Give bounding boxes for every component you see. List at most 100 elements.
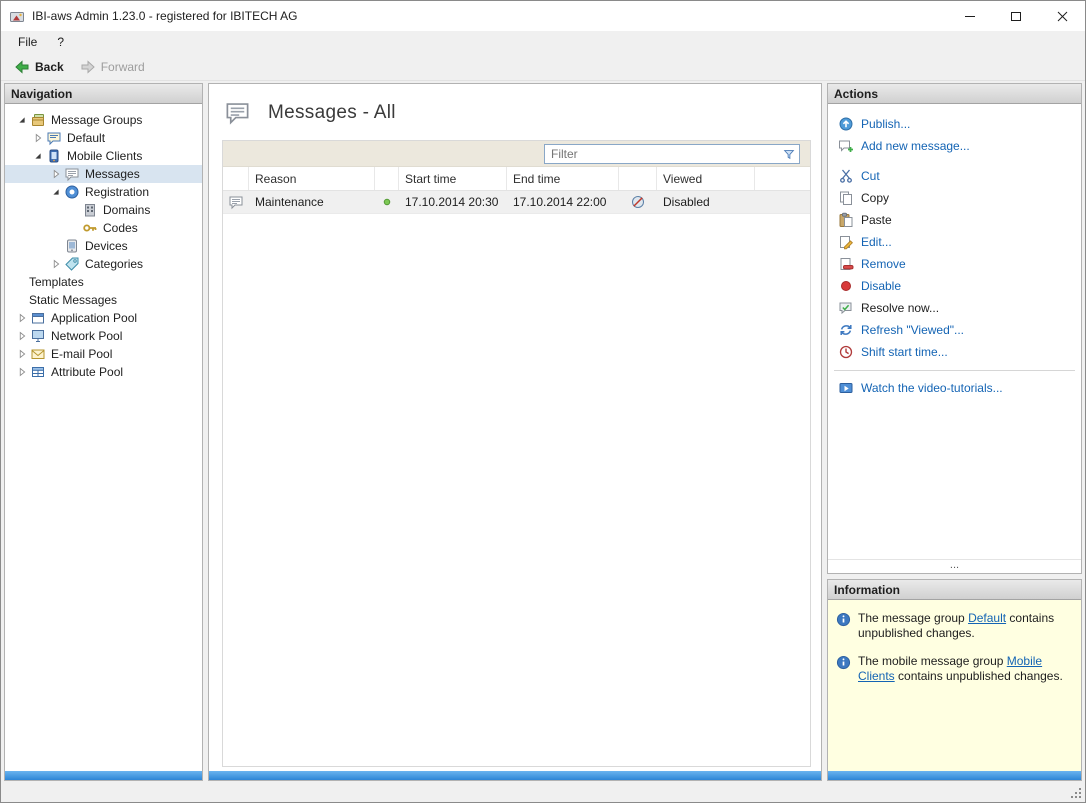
action-remove[interactable]: Remove (828, 253, 1081, 275)
tree-item-messages[interactable]: Messages (5, 165, 202, 183)
application-pool-icon (30, 310, 46, 326)
cell-start-time: 17.10.2014 20:30 (399, 191, 507, 213)
panel-bottom-accent (5, 771, 202, 780)
chevron-right-icon[interactable] (15, 311, 29, 325)
tree-item-static-messages[interactable]: Static Messages (5, 291, 202, 309)
actions-panel: Actions Publish... Add new message... Cu… (827, 83, 1082, 574)
minimize-button[interactable] (947, 1, 993, 31)
edit-icon (838, 234, 854, 250)
chevron-down-icon[interactable] (31, 149, 45, 163)
chevron-right-icon[interactable] (15, 347, 29, 361)
navigation-panel: Navigation Message Groups Default Mobile… (4, 83, 203, 781)
chevron-down-icon[interactable] (49, 185, 63, 199)
menu-help[interactable]: ? (48, 33, 73, 51)
chevron-right-icon[interactable] (49, 167, 63, 181)
chevron-spacer (15, 293, 29, 307)
actions-overflow-indicator[interactable]: ... (828, 559, 1081, 573)
action-label: Shift start time... (861, 345, 948, 359)
action-label: Paste (861, 213, 892, 227)
filter-box (544, 144, 800, 164)
action-paste[interactable]: Paste (828, 209, 1081, 231)
column-header-viewed-icon[interactable] (619, 167, 657, 190)
domains-icon (82, 202, 98, 218)
tree-item-message-groups[interactable]: Message Groups (5, 111, 202, 129)
chevron-right-icon[interactable] (15, 329, 29, 343)
page-title: Messages - All (268, 102, 396, 124)
filter-band (223, 141, 810, 167)
messages-table: Reason Start time End time Viewed Mainte… (222, 140, 811, 767)
action-label: Publish... (861, 117, 910, 131)
tree-item-domains[interactable]: Domains (5, 201, 202, 219)
action-add-new-message[interactable]: Add new message... (828, 135, 1081, 157)
disable-icon (838, 278, 854, 294)
tree-item-devices[interactable]: Devices (5, 237, 202, 255)
menu-file[interactable]: File (9, 33, 46, 51)
info-icon (836, 655, 851, 670)
app-window: IBI-aws Admin 1.23.0 - registered for IB… (0, 0, 1086, 803)
action-disable[interactable]: Disable (828, 275, 1081, 297)
tree-item-categories[interactable]: Categories (5, 255, 202, 273)
back-label: Back (35, 60, 64, 74)
action-cut[interactable]: Cut (828, 165, 1081, 187)
tree-item-network-pool[interactable]: Network Pool (5, 327, 202, 345)
messages-title-icon (224, 99, 251, 126)
action-edit[interactable]: Edit... (828, 231, 1081, 253)
action-refresh-viewed[interactable]: Refresh "Viewed"... (828, 319, 1081, 341)
chevron-right-icon[interactable] (31, 131, 45, 145)
information-body: The message group Default contains unpub… (828, 600, 1081, 771)
message-group-icon (46, 130, 62, 146)
column-header-viewed[interactable]: Viewed (657, 167, 755, 190)
tree-item-default[interactable]: Default (5, 129, 202, 147)
column-header-end-time[interactable]: End time (507, 167, 619, 190)
maximize-button[interactable] (993, 1, 1039, 31)
chevron-right-icon[interactable] (15, 365, 29, 379)
tree-item-application-pool[interactable]: Application Pool (5, 309, 202, 327)
minimize-icon (965, 16, 975, 17)
actions-list: Publish... Add new message... Cut Copy (828, 104, 1081, 573)
information-header: Information (828, 580, 1081, 600)
info-item-default: The message group Default contains unpub… (836, 611, 1073, 641)
codes-icon (82, 220, 98, 236)
action-watch-video-tutorials[interactable]: Watch the video-tutorials... (828, 377, 1081, 399)
tree-item-label: Message Groups (51, 113, 142, 127)
window-controls (947, 1, 1085, 31)
action-shift-start-time[interactable]: Shift start time... (828, 341, 1081, 363)
action-copy[interactable]: Copy (828, 187, 1081, 209)
tree-item-attribute-pool[interactable]: Attribute Pool (5, 363, 202, 381)
tree-item-templates[interactable]: Templates (5, 273, 202, 291)
column-header-status[interactable] (375, 167, 399, 190)
info-text: The message group Default contains unpub… (858, 611, 1070, 641)
tree-item-email-pool[interactable]: E-mail Pool (5, 345, 202, 363)
table-row[interactable]: Maintenance 17.10.2014 20:30 17.10.2014 … (223, 191, 810, 214)
add-message-icon (838, 138, 854, 154)
back-button[interactable]: Back (7, 56, 71, 78)
chevron-right-icon[interactable] (49, 257, 63, 271)
app-logo-icon (9, 8, 25, 24)
navigation-tree: Message Groups Default Mobile Clients Me… (5, 104, 202, 771)
close-icon (1057, 11, 1068, 22)
tree-item-codes[interactable]: Codes (5, 219, 202, 237)
forward-button[interactable]: Forward (73, 56, 152, 78)
action-publish[interactable]: Publish... (828, 113, 1081, 135)
publish-icon (838, 116, 854, 132)
message-icon (223, 191, 249, 213)
tree-item-label: Categories (85, 257, 143, 271)
main-area: Navigation Message Groups Default Mobile… (1, 81, 1085, 783)
content-panel: Messages - All Reason Start time End tim… (208, 83, 822, 781)
info-link-default[interactable]: Default (968, 611, 1006, 625)
column-header-icon[interactable] (223, 167, 249, 190)
information-panel: Information The message group Default co… (827, 579, 1082, 781)
refresh-icon (838, 322, 854, 338)
action-resolve-now[interactable]: Resolve now... (828, 297, 1081, 319)
column-header-start-time[interactable]: Start time (399, 167, 507, 190)
filter-funnel-icon[interactable] (782, 147, 796, 161)
tree-item-mobile-clients[interactable]: Mobile Clients (5, 147, 202, 165)
resize-grip-icon[interactable] (1071, 788, 1083, 800)
action-label: Remove (861, 257, 906, 271)
tree-item-registration[interactable]: Registration (5, 183, 202, 201)
column-header-reason[interactable]: Reason (249, 167, 375, 190)
action-label: Refresh "Viewed"... (861, 323, 964, 337)
close-button[interactable] (1039, 1, 1085, 31)
chevron-down-icon[interactable] (15, 113, 29, 127)
filter-input[interactable] (551, 147, 782, 161)
